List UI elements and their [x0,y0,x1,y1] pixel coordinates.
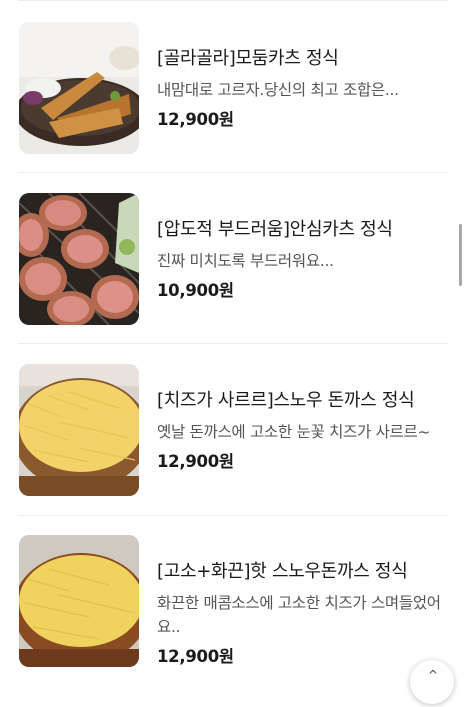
item-divider [18,515,448,516]
menu-item-image [19,364,139,496]
menu-item-title: [골라골라]모둠카츠 정식 [157,48,339,69]
menu-item-image [19,22,139,154]
item-divider [18,172,448,173]
menu-item-price: 10,900원 [157,281,234,300]
menu-item-image [19,535,139,667]
chevron-up-icon: ^ [428,668,439,682]
menu-item-price: 12,900원 [157,110,234,129]
menu-item-description: 옛날 돈까스에 고소한 눈꽃 치즈가 사르르~ [157,423,431,441]
menu-item-price: 12,900원 [157,647,234,666]
menu-item[interactable]: [압도적 부드러움]안심카츠 정식 진짜 미치도록 부드러워요... 10,90… [0,193,466,365]
menu-item-description: 내맘대로 고르자.당신의 최고 조합은... [157,81,399,99]
menu-item-description: 화끈한 매콤소스에 고소한 치즈가 스며들었어요.. [157,594,441,636]
menu-item-title: [치즈가 사르르]스노우 돈까스 정식 [157,390,415,411]
menu-item[interactable]: [치즈가 사르르]스노우 돈까스 정식 옛날 돈까스에 고소한 눈꽃 치즈가 사… [0,364,466,536]
scrollbar[interactable] [459,224,462,286]
top-divider [18,0,448,1]
menu-item-image [19,193,139,325]
item-divider [18,343,448,344]
menu-item-price: 12,900원 [157,452,234,471]
menu-item[interactable]: [고소+화끈]핫 스노우돈까스 정식 화끈한 매콤소스에 고소한 치즈가 스며들… [0,535,466,707]
menu-item-title: [압도적 부드러움]안심카츠 정식 [157,219,393,240]
menu-item-description: 진짜 미치도록 부드러워요... [157,252,334,270]
menu-item[interactable]: [골라골라]모둠카츠 정식 내맘대로 고르자.당신의 최고 조합은... 12,… [0,22,466,194]
menu-item-title: [고소+화끈]핫 스노우돈까스 정식 [157,561,408,582]
scroll-top-button[interactable]: ^ [410,660,454,704]
